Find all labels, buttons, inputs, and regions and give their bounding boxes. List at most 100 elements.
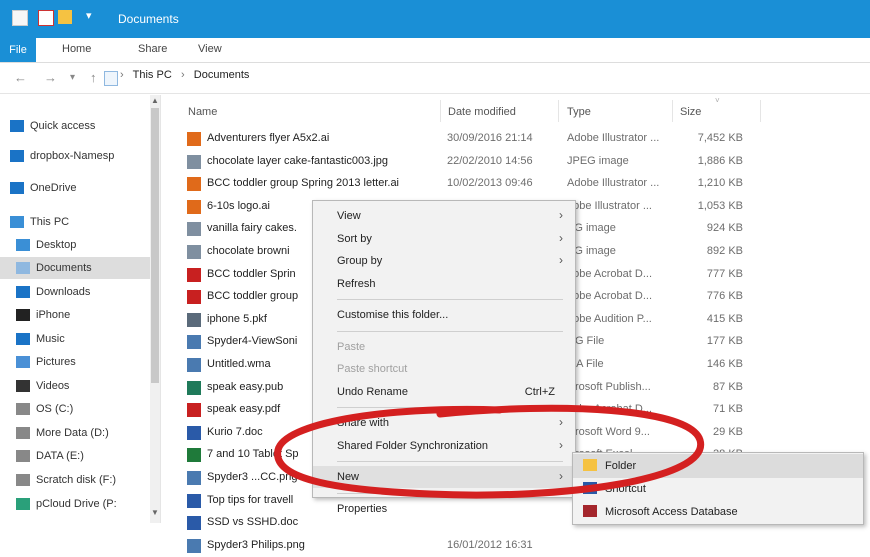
access-icon	[583, 505, 597, 517]
menu-item-customise-this-folder[interactable]: Customise this folder...	[313, 304, 575, 326]
sidebar-item-desktop[interactable]: Desktop	[0, 234, 150, 256]
menu-item-share-with[interactable]: Share with ›	[313, 412, 575, 434]
menu-item-label: Undo Rename	[337, 385, 408, 398]
chevron-right-icon: ›	[559, 415, 563, 429]
chevron-down-icon[interactable]: ▾	[86, 9, 92, 22]
up-arrow-icon[interactable]: ↑	[90, 70, 97, 85]
sidebar-item-pcloud-drive-p[interactable]: pCloud Drive (P:	[0, 493, 150, 515]
drive-icon	[16, 403, 30, 415]
scroll-up-icon[interactable]: ▲	[151, 96, 159, 105]
new-folder-icon[interactable]	[58, 10, 72, 24]
file-name: chocolate browni	[207, 245, 290, 257]
breadcrumb-this-pc[interactable]: This PC	[133, 69, 172, 81]
sidebar-item-pictures[interactable]: Pictures	[0, 351, 150, 373]
sidebar-item-label: Desktop	[36, 239, 77, 251]
context-menu: View › Sort by › Group by › Refresh Customise t…	[312, 200, 576, 515]
png-file-icon	[187, 335, 201, 350]
sidebar-item-label: Scratch disk (F:)	[36, 474, 117, 486]
tab-home[interactable]: Home	[62, 43, 91, 55]
navigation-bar: ← → ▾ ↑ › This PC › Documents	[0, 63, 870, 94]
recent-chevron-icon[interactable]: ▾	[70, 72, 75, 83]
menu-separator	[337, 492, 563, 494]
file-name: Adventurers flyer A5x2.ai	[207, 132, 330, 144]
menu-separator	[337, 461, 563, 462]
sidebar-item-music[interactable]: Music	[0, 328, 150, 350]
scroll-down-icon[interactable]: ▼	[151, 508, 159, 517]
menu-item-sort-by[interactable]: Sort by ›	[313, 228, 575, 250]
file-name: Spyder3 ...CC.png	[207, 471, 298, 483]
breadcrumb-documents[interactable]: Documents	[194, 69, 250, 81]
sidebar-item-onedrive[interactable]: OneDrive	[0, 177, 150, 199]
tab-share[interactable]: Share	[138, 43, 167, 55]
chevron-right-icon: ›	[559, 437, 563, 452]
computer-icon	[10, 216, 24, 228]
menu-item-shared-folder-synchronization[interactable]: Shared Folder Synchronization ›	[313, 435, 575, 457]
sidebar-item-this-pc[interactable]: This PC	[0, 211, 150, 233]
properties-icon[interactable]	[38, 10, 54, 26]
sidebar-item-os-c[interactable]: OS (C:)	[0, 398, 150, 420]
back-arrow-icon[interactable]: ←	[14, 70, 27, 85]
sidebar-item-label: Quick access	[30, 120, 96, 132]
menu-item-properties[interactable]: Properties	[313, 498, 575, 520]
sidebar-scroll-thumb[interactable]	[151, 108, 159, 383]
file-row[interactable]: chocolate layer cake-fantastic003.jpg 22/…	[185, 151, 765, 173]
submenu-item-folder[interactable]: Folder	[573, 454, 863, 478]
menu-item-view[interactable]: View ›	[313, 205, 575, 227]
menu-separator	[337, 407, 563, 408]
sort-indicator-icon: ˅	[715, 96, 720, 105]
column-header-name[interactable]: Name	[188, 106, 217, 118]
column-header-date[interactable]: Date modified	[448, 106, 516, 118]
sidebar-item-iphone[interactable]: iPhone	[0, 304, 150, 326]
sidebar-item-downloads[interactable]: Downloads	[0, 281, 150, 303]
sidebar-item-documents[interactable]: Documents	[0, 257, 150, 279]
video-icon	[16, 380, 30, 392]
file-name: SSD vs SSHD.doc	[207, 516, 299, 529]
sidebar-item-label: This PC	[30, 216, 70, 228]
sidebar-item-data-e[interactable]: DATA (E:)	[0, 445, 150, 467]
column-divider[interactable]	[760, 100, 761, 122]
sidebar-item-more-data-d[interactable]: More Data (D:)	[0, 422, 150, 444]
sidebar-item-videos[interactable]: Videos	[0, 375, 150, 397]
download-icon	[16, 286, 30, 298]
file-row[interactable]: BCC toddler group Spring 2013 letter.ai 1…	[185, 173, 765, 195]
menu-item-refresh[interactable]: Refresh	[313, 273, 575, 295]
menu-item-label: Customise this folder...	[337, 309, 449, 321]
menu-item-paste: Paste	[313, 336, 575, 358]
file-name: speak easy.pub	[207, 380, 284, 393]
menu-item-group-by[interactable]: Group by ›	[313, 250, 575, 272]
column-divider[interactable]	[440, 100, 441, 122]
menu-item-new[interactable]: New ›	[313, 466, 575, 488]
menu-item-label: New	[337, 471, 360, 483]
column-header-type[interactable]: Type	[567, 106, 591, 118]
file-row[interactable]: Spyder3 Philips.png 16/01/2012 16:31	[185, 535, 765, 557]
menu-item-label: Refresh	[337, 277, 376, 290]
file-type: Adobe Illustrator ...	[567, 132, 660, 144]
sidebar-item-scratch-disk-f[interactable]: Scratch disk (F:)	[0, 469, 150, 491]
pub-file-icon	[187, 380, 201, 395]
file-row[interactable]: Adventurers flyer A5x2.ai 30/09/2016 21:1…	[185, 128, 765, 150]
cloud-drive-icon	[16, 498, 30, 510]
submenu-item-shortcut[interactable]: Shortcut	[573, 477, 863, 501]
menu-item-label: Properties	[337, 502, 388, 515]
sidebar-item-label: Videos	[36, 380, 70, 392]
sidebar-item-quick-access[interactable]: Quick access	[0, 115, 150, 137]
menu-item-undo-rename[interactable]: Undo Rename Ctrl+Z	[313, 381, 575, 403]
file-size: 146 KB	[706, 358, 743, 370]
menu-separator	[337, 330, 563, 332]
forward-arrow-icon[interactable]: →	[44, 70, 57, 85]
column-divider[interactable]	[672, 100, 673, 122]
submenu-item-microsoft-access-database[interactable]: Microsoft Access Database	[573, 500, 863, 524]
file-size: 7,452 KB	[697, 132, 743, 144]
tab-file[interactable]: File	[0, 38, 36, 62]
pdf-file-icon	[187, 267, 201, 282]
sidebar-item-dropbox-namesp[interactable]: dropbox-Namesp	[0, 145, 150, 167]
column-divider[interactable]	[558, 100, 559, 122]
file-type: icrosoft Publish...	[567, 380, 651, 393]
column-header-size[interactable]: Size	[680, 106, 701, 118]
drive-icon	[16, 450, 30, 462]
file-size: 29 KB	[713, 425, 743, 438]
tab-view[interactable]: View	[198, 43, 222, 55]
image-file-icon	[187, 245, 201, 259]
xls-file-icon	[187, 448, 201, 463]
sidebar-item-label: Documents	[36, 262, 92, 274]
